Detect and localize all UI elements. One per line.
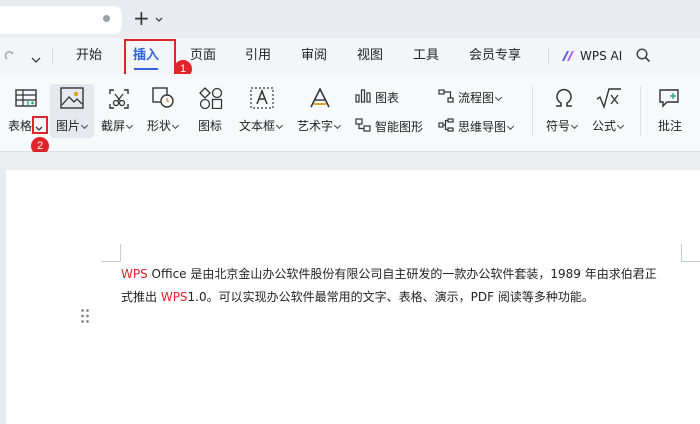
flowchart-button[interactable]: 流程图	[458, 89, 503, 106]
ribbon-toolbar	[0, 74, 700, 152]
screenshot-label: 截屏	[101, 119, 126, 133]
mindmap-label: 思维导图	[458, 120, 507, 134]
margin-corner-mark	[681, 244, 682, 262]
document-paragraph[interactable]: WPS Office 是由北京金山办公软件股份有限公司自主研发的一款办公软件套装…	[121, 263, 681, 309]
chevron-down-icon	[333, 121, 342, 130]
chevron-down-icon	[275, 121, 284, 130]
shape-icon[interactable]	[152, 87, 176, 112]
menu-page[interactable]: 页面	[190, 38, 216, 74]
margin-corner-mark	[102, 261, 121, 262]
symbol-icon[interactable]	[553, 87, 575, 112]
menu-tools[interactable]: 工具	[413, 38, 439, 74]
paragraph-line-2: 式推出 WPS1.0。可以实现办公软件最常用的文字、表格、演示，PDF 阅读等多…	[121, 286, 681, 309]
smartart-icon[interactable]	[355, 118, 371, 135]
picture-label: 图片	[56, 119, 81, 133]
chart-label[interactable]: 图表	[375, 89, 399, 106]
paragraph-line-1: WPS Office 是由北京金山办公软件股份有限公司自主研发的一款办公软件套装…	[121, 263, 681, 286]
menu-review[interactable]: 审阅	[301, 38, 327, 74]
brand-text: WPS	[160, 290, 188, 304]
formula-label: 公式	[592, 119, 617, 133]
icon-label[interactable]: 图标	[198, 117, 222, 134]
redo-icon[interactable]	[4, 50, 16, 65]
paragraph-text: 式推出	[121, 290, 161, 304]
comment-icon[interactable]	[658, 88, 680, 111]
smartart-label[interactable]: 智能图形	[375, 118, 423, 135]
wps-ai-icon	[561, 49, 575, 66]
screenshot-icon[interactable]	[108, 88, 130, 113]
tab-strip: +	[0, 0, 700, 38]
mindmap-button[interactable]: 思维导图	[458, 118, 515, 135]
margin-corner-mark	[120, 244, 121, 262]
comment-label[interactable]: 批注	[658, 117, 682, 134]
flowchart-label: 流程图	[458, 91, 495, 105]
shape-label: 形状	[147, 119, 172, 133]
search-icon[interactable]	[636, 48, 651, 66]
picture-icon[interactable]	[60, 87, 84, 112]
chart-icon[interactable]	[355, 89, 371, 106]
textbox-button[interactable]: 文本框	[239, 117, 284, 134]
insert-tab-highlight	[124, 39, 176, 77]
chevron-down-icon	[616, 121, 625, 130]
quick-access-chevron-icon[interactable]	[31, 53, 41, 67]
new-tab-button[interactable]: +	[133, 8, 150, 28]
paragraph-drag-handle-icon[interactable]	[80, 308, 90, 324]
document-tab[interactable]	[0, 6, 122, 34]
textbox-icon[interactable]	[250, 87, 274, 112]
mindmap-icon[interactable]	[438, 118, 454, 135]
margin-corner-mark	[681, 261, 700, 262]
shape-button[interactable]: 形状	[147, 117, 180, 134]
paragraph-text: Office 是由北京金山办公软件股份有限公司自主研发的一款办公软件套装，198…	[147, 267, 657, 281]
wordart-button[interactable]: 艺术字	[297, 117, 342, 134]
chevron-down-icon	[506, 122, 515, 131]
menu-references[interactable]: 引用	[245, 38, 271, 74]
screenshot-button[interactable]: 截屏	[101, 117, 134, 134]
chevron-down-icon	[171, 121, 180, 130]
paragraph-text: 1.0。可以实现办公软件最常用的文字、表格、演示，PDF 阅读等多种功能。	[187, 290, 594, 304]
menu-home[interactable]: 开始	[76, 38, 102, 74]
ribbon-divider	[640, 86, 641, 136]
picture-button[interactable]: 图片	[56, 117, 89, 134]
tab-close-icon[interactable]	[103, 15, 110, 22]
menu-view[interactable]: 视图	[357, 38, 383, 74]
table-label[interactable]: 表格	[8, 117, 32, 134]
wps-ai-button[interactable]: WPS AI	[580, 38, 622, 74]
chevron-down-icon	[80, 121, 89, 130]
table-icon[interactable]	[15, 88, 37, 111]
textbox-label: 文本框	[239, 119, 276, 133]
chevron-down-icon	[494, 93, 503, 102]
ribbon-divider	[532, 86, 533, 136]
brand-text: WPS	[121, 267, 148, 281]
wordart-icon[interactable]	[308, 87, 332, 112]
wordart-label: 艺术字	[297, 119, 334, 133]
flowchart-icon[interactable]	[438, 89, 454, 106]
formula-icon[interactable]	[596, 87, 622, 112]
chevron-down-icon[interactable]	[155, 12, 163, 26]
menu-bar: 开始 插入 页面 引用 审阅 视图 工具 会员专享 WPS AI	[0, 38, 700, 74]
formula-button[interactable]: 公式	[592, 117, 625, 134]
icon-library-icon[interactable]	[199, 87, 223, 112]
menu-member[interactable]: 会员专享	[469, 38, 521, 74]
symbol-label: 符号	[546, 119, 571, 133]
menu-divider	[52, 48, 53, 64]
table-dropdown-chevron-icon[interactable]	[35, 121, 43, 135]
chevron-down-icon	[125, 121, 134, 130]
symbol-button[interactable]: 符号	[546, 117, 579, 134]
chevron-down-icon	[570, 121, 579, 130]
menu-divider	[548, 48, 549, 64]
